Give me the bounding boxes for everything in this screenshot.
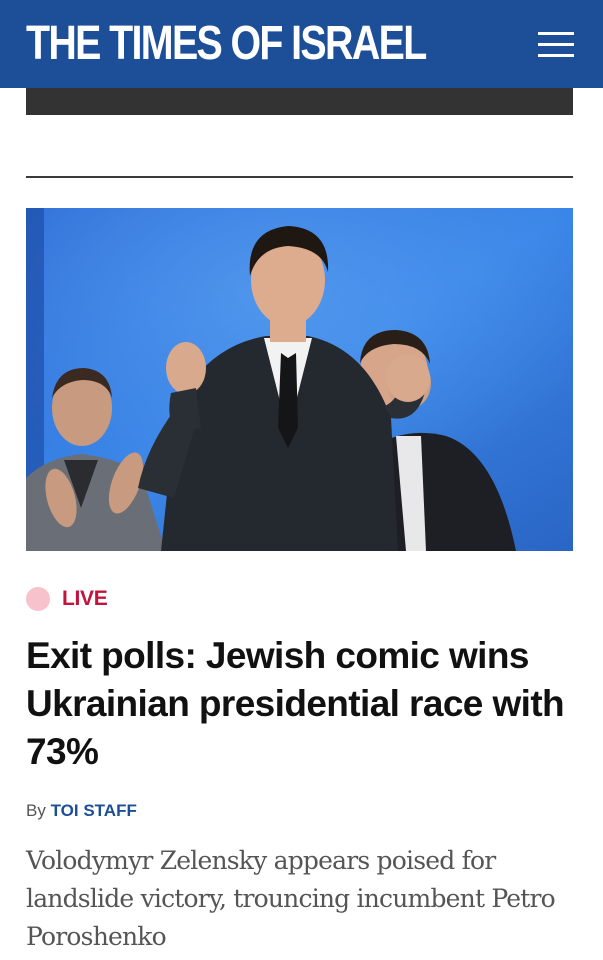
menu-line <box>538 32 574 35</box>
hero-photo <box>26 208 573 551</box>
byline-author-link[interactable]: TOI STAFF <box>51 801 137 820</box>
article-byline: By TOI STAFF <box>26 800 137 822</box>
live-indicator[interactable]: LIVE <box>26 586 108 612</box>
live-label: LIVE <box>62 587 108 610</box>
site-header: THE TIMES OF ISRAEL <box>0 0 603 88</box>
menu-line <box>538 43 574 46</box>
hamburger-menu-icon[interactable] <box>538 30 574 60</box>
byline-prefix: By <box>26 801 46 820</box>
ad-banner-placeholder <box>26 88 573 115</box>
site-logo[interactable]: THE TIMES OF ISRAEL <box>26 14 427 74</box>
menu-line <box>538 54 574 57</box>
live-dot-icon <box>26 587 50 611</box>
article-summary: Volodymyr Zelensky appears poised for la… <box>26 846 556 951</box>
article-hero-image[interactable] <box>26 208 573 551</box>
section-divider <box>26 176 573 178</box>
article-headline[interactable]: Exit polls: Jewish comic wins Ukrainian … <box>26 632 586 776</box>
